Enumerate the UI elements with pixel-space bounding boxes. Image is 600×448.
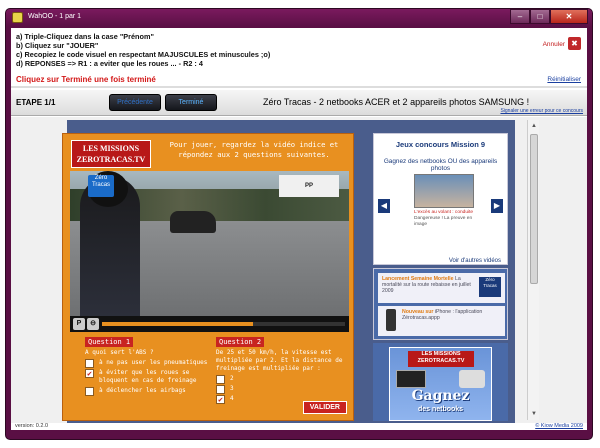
promo-banner[interactable]: LES MISSIONS ZEROTRACAS.TV Gagnez des ne… [389,347,492,421]
news-text: Nouveau sur iPhone : l'application Zérot… [402,309,492,321]
scroll-up-icon[interactable]: ▲ [529,121,539,131]
news-panel: Lancement Semaine Mortelle La mortalité … [373,268,508,340]
answer-label: 4 [230,395,234,402]
question-title: Question 2 [216,337,265,347]
news-title: Nouveau sur [402,309,434,315]
answer-label: à déclencher les airbags [99,387,186,394]
close-button[interactable]: ✕ [550,9,588,24]
scroll-down-icon[interactable]: ▼ [529,409,539,419]
contest-title: Zéro Tracas - 2 netbooks ACER et 2 appar… [263,97,530,107]
news-item[interactable]: Nouveau sur iPhone : l'application Zérot… [378,306,505,336]
contest-sidebar: Jeux concours Mission 9 Gagnez des netbo… [373,133,508,265]
step-bar: ETAPE 1/1 Précédente Terminé Zéro Tracas… [11,90,587,116]
game-panel: LES MISSIONS ZEROTRACAS.TV Pour jouer, r… [62,133,354,421]
previous-button[interactable]: Précédente [109,94,161,111]
ad-headline: Gagnez [411,388,470,404]
play-icon[interactable]: P [73,318,85,330]
logo-line: LES MISSIONS [82,144,140,153]
checkbox[interactable] [85,359,94,368]
iphone-icon [386,309,396,331]
instructions-panel: a) Triple-Cliquez dans la case "Prénom" … [11,28,587,88]
report-error-link[interactable]: Signaler une erreur pour ce concours [500,108,583,114]
question-text: De 25 et 50 km/h, la vitesse est multipl… [216,349,343,372]
video-progress-fill [102,322,253,326]
checkbox[interactable] [85,387,94,396]
instruction-line: c) Recopiez le code visuel en respectant… [16,50,271,59]
maximize-button[interactable]: □ [530,9,550,24]
checkbox[interactable] [216,375,225,384]
scroll-thumb[interactable] [530,134,538,284]
question-title: Question 1 [85,337,134,347]
more-videos-link[interactable]: Voir d'autres vidéos [449,258,501,264]
window-title: WahOO - 1 par 1 [28,13,82,20]
game-intro: Pour jouer, regardez la vidéo indice et … [169,140,339,159]
carousel-next-icon[interactable]: ▶ [491,199,503,213]
cancel-icon[interactable]: ✖ [568,37,581,50]
news-title: Lancement Semaine Mortelle [382,276,454,282]
video-badge: Zéro Tracas [88,175,114,197]
title-bar[interactable]: WahOO - 1 par 1 – □ ✕ [6,9,592,27]
video-sign: PP [279,175,339,197]
status-bar: version: 0.2.0 © Kiow Media 2009 [11,423,587,430]
logo-line: ZEROTRACAS.TV [76,155,146,164]
reset-link[interactable]: Réinitialiser [547,76,581,83]
answer-option[interactable]: 3 [216,385,346,394]
checkbox[interactable] [216,385,225,394]
carousel-prev-icon[interactable]: ◀ [378,199,390,213]
news-text: Lancement Semaine Mortelle La mortalité … [382,276,472,295]
answer-label: à ne pas user les pneumatiques [99,359,208,366]
finish-button[interactable]: Terminé [165,94,217,111]
answer-option[interactable]: 2 [216,375,346,384]
zerotracas-logo: Zéro Tracas [479,277,501,297]
video-controls: P ⊖ [70,316,349,332]
thumbnail-caption[interactable]: L'excès au volant : conduite Dangereuse … [414,210,484,228]
missions-logo: LES MISSIONS ZEROTRACAS.TV [71,140,151,168]
answer-option[interactable]: à ne pas user les pneumatiques [85,359,215,368]
sidebar-title: Jeux concours Mission 9 [395,140,486,149]
sidebar-subtitle: Gagnez des netbooks OU des appareils pho… [383,158,498,172]
stop-icon[interactable]: ⊖ [87,318,99,330]
answer-label: 2 [230,375,234,382]
answer-label: 3 [230,385,234,392]
app-icon [12,12,23,23]
annuler-link[interactable]: Annuler [543,41,565,48]
question-2: Question 2 De 25 et 50 km/h, la vitesse … [216,337,346,409]
instruction-line: b) Cliquez sur "JOUER" [16,41,99,50]
news-item[interactable]: Lancement Semaine Mortelle La mortalité … [378,273,505,303]
version-label: version: 0.2.0 [15,423,49,429]
answer-option[interactable]: ✔ à éviter que les roues se bloquent en c… [85,369,215,385]
laptop-icon [396,370,426,388]
checkbox-checked[interactable]: ✔ [216,395,225,404]
vertical-scrollbar[interactable]: ▲ ▼ [527,120,539,420]
video-thumbnail[interactable] [414,174,474,208]
video-player[interactable]: PP Zéro Tracas [70,171,349,316]
step-indicator: ETAPE 1/1 [16,98,56,107]
caption-text: Dangereuse ! La preuve en image [414,216,473,227]
finish-note: Cliquez sur Terminé une fois terminé [16,75,156,84]
ad-logo: LES MISSIONS ZEROTRACAS.TV [408,351,474,367]
video-car [170,211,216,233]
question-1: Question 1 A quoi sert l'ABS ? à ne pas … [85,337,215,409]
question-text: A quoi sert l'ABS ? [85,349,154,356]
ad-panel: LES MISSIONS ZEROTRACAS.TV Gagnez des ne… [373,343,508,421]
answer-option[interactable]: à déclencher les airbags [85,387,215,396]
validate-button[interactable]: VALIDER [302,401,347,414]
instruction-line: a) Triple-Cliquez dans la case "Prénom" [16,32,154,41]
copyright-link[interactable]: © Kiow Media 2009 [535,423,583,429]
camera-icon [459,370,485,388]
video-progress[interactable] [102,322,345,326]
minimize-button[interactable]: – [510,9,530,24]
instruction-line: d) REPONSES => R1 : a eviter que les rou… [16,59,203,68]
ad-subline: des netbooks [417,406,464,413]
checkbox-checked[interactable]: ✔ [85,369,94,378]
answer-label: à éviter que les roues se bloquent en ca… [99,369,197,384]
